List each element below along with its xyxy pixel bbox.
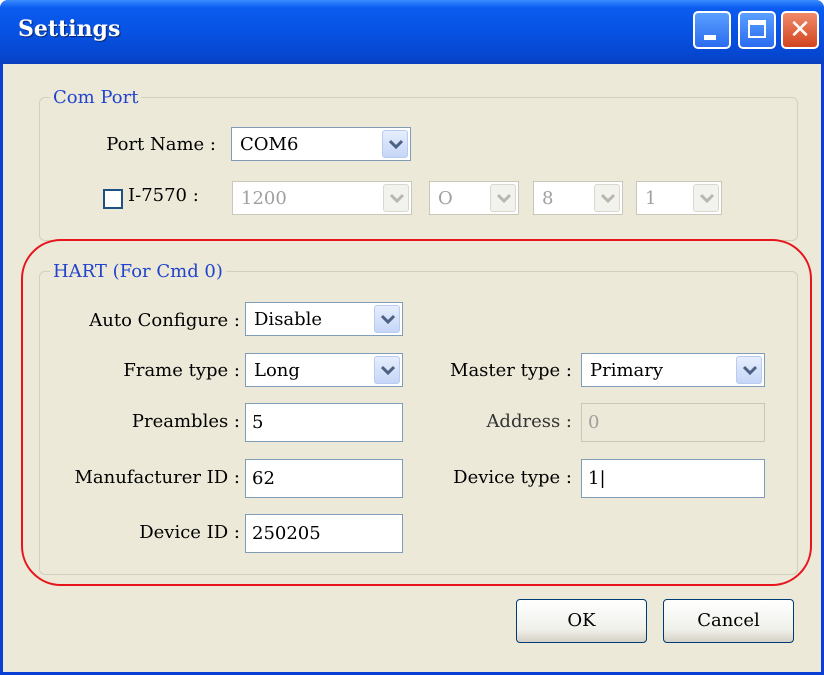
frame-type-value: Long [254,360,300,381]
chevron-down-icon [693,184,719,212]
chevron-down-icon [490,184,516,212]
close-button[interactable]: ✕ [781,11,819,49]
data-bits-select[interactable]: 8 [533,181,623,215]
device-id-label: Device ID : [139,522,240,543]
window-title: Settings [18,16,121,42]
parity-value: O [438,188,453,209]
address-value: 0 [588,412,600,433]
baud-rate-value: 1200 [241,188,287,209]
port-name-label: Port Name : [106,134,216,155]
maximize-button[interactable] [738,11,776,49]
maximize-icon [740,13,774,47]
device-id-input[interactable]: 250205 [245,514,403,553]
parity-select[interactable]: O [429,181,519,215]
port-name-value: COM6 [240,134,299,155]
device-id-value: 250205 [252,523,321,544]
frame-type-label: Frame type : [123,360,240,381]
cancel-button[interactable]: Cancel [663,599,794,643]
address-input[interactable]: 0 [581,403,765,442]
address-label: Address : [486,411,572,432]
master-type-label: Master type : [450,360,572,381]
i7570-label: I-7570 : [128,185,199,206]
chevron-down-icon[interactable] [736,356,762,384]
minimize-button[interactable] [693,11,731,49]
title-bar[interactable]: Settings ✕ [0,0,824,64]
preambles-label: Preambles : [131,411,240,432]
preambles-input[interactable]: 5 [245,403,403,442]
manufacturer-id-value: 62 [252,468,275,489]
master-type-select[interactable]: Primary [581,353,765,387]
com-port-group: Com Port [39,87,798,241]
ok-button[interactable]: OK [516,599,647,643]
chevron-down-icon[interactable] [382,130,408,158]
close-icon: ✕ [789,15,811,45]
chevron-down-icon [594,184,620,212]
device-type-label: Device type : [453,467,572,488]
device-type-input[interactable]: 1| [581,459,765,498]
data-bits-value: 8 [542,188,554,209]
master-type-value: Primary [590,360,664,381]
preambles-value: 5 [252,412,264,433]
baud-rate-select[interactable]: 1200 [232,181,412,215]
manufacturer-id-input[interactable]: 62 [245,459,403,498]
auto-configure-label: Auto Configure : [89,310,240,331]
chevron-down-icon [383,184,409,212]
minimize-icon [695,13,729,47]
stop-bits-value: 1 [645,188,657,209]
frame-type-select[interactable]: Long [245,353,403,387]
com-port-legend: Com Port [53,87,139,108]
port-name-select[interactable]: COM6 [231,127,411,161]
manufacturer-id-label: Manufacturer ID : [74,467,240,488]
chevron-down-icon[interactable] [374,305,400,333]
i7570-checkbox[interactable] [103,189,123,209]
auto-configure-select[interactable]: Disable [245,302,403,336]
stop-bits-select[interactable]: 1 [636,181,722,215]
auto-configure-value: Disable [254,309,323,330]
device-type-value: 1| [588,468,606,489]
chevron-down-icon[interactable] [374,356,400,384]
